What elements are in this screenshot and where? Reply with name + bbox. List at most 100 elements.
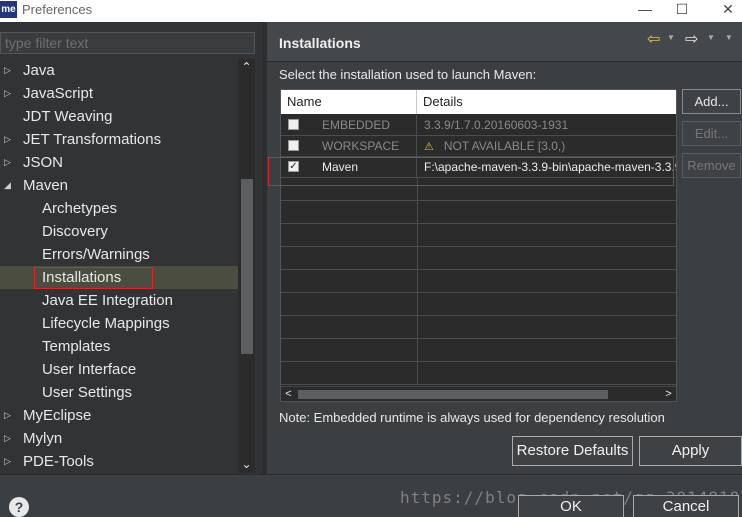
- window-titlebar: me Preferences — ☐ ✕: [0, 0, 742, 22]
- maximize-button[interactable]: ☐: [662, 0, 702, 20]
- empty-table-row: [281, 270, 676, 293]
- details-cell: ⚠ NOT AVAILABLE [3.0,): [418, 136, 676, 156]
- scrollbar-thumb[interactable]: [241, 179, 253, 354]
- collapsed-arrow-icon[interactable]: ▷: [4, 59, 11, 82]
- tree-item-label: Templates: [42, 338, 111, 355]
- tree-item[interactable]: Errors/Warnings: [0, 243, 238, 266]
- tree-item-label: Archetypes: [42, 200, 118, 217]
- tree-item[interactable]: Java EE Integration: [0, 289, 238, 312]
- installation-details: 3.3.9/1.7.0.20160603-1931: [424, 118, 569, 132]
- empty-table-row: [281, 293, 676, 316]
- tree-item[interactable]: ▷ Java: [0, 59, 238, 82]
- restore-defaults-button[interactable]: Restore Defaults: [512, 436, 633, 466]
- table-horizontal-scrollbar[interactable]: < >: [281, 386, 676, 401]
- remove-button[interactable]: Remove: [682, 153, 741, 178]
- tree-item-label: Java: [23, 62, 55, 79]
- forward-dropdown-icon[interactable]: ▼: [707, 33, 715, 42]
- tree-item-label: MyEclipse: [23, 407, 92, 424]
- view-menu-icon[interactable]: ▼: [725, 33, 733, 42]
- scroll-up-icon[interactable]: ⌃: [238, 59, 255, 76]
- empty-table-row: [281, 362, 676, 385]
- selection-highlight: [34, 267, 153, 289]
- tree-item[interactable]: User Settings: [0, 381, 238, 404]
- collapsed-arrow-icon[interactable]: ▷: [4, 404, 11, 427]
- installation-name: EMBEDDED: [322, 118, 391, 132]
- edit-button[interactable]: Edit...: [682, 121, 741, 146]
- scroll-down-icon[interactable]: ⌄: [238, 456, 255, 473]
- preferences-tree: ▷ Java ▷ JavaScript JDT Weaving ▷ JET Transfor…: [0, 59, 238, 473]
- close-button[interactable]: ✕: [708, 0, 742, 20]
- tree-item[interactable]: Templates: [0, 335, 238, 358]
- back-arrow-icon[interactable]: ⇦: [647, 32, 663, 48]
- installation-details: NOT AVAILABLE [3.0,): [443, 139, 566, 153]
- column-separator: [417, 293, 418, 315]
- back-dropdown-icon[interactable]: ▼: [667, 33, 675, 42]
- note-text: Note: Embedded runtime is always used fo…: [279, 410, 665, 425]
- collapsed-arrow-icon[interactable]: ▷: [4, 82, 11, 105]
- tree-item-label: Discovery: [42, 223, 108, 240]
- name-cell: WORKSPACE: [281, 136, 417, 156]
- empty-table-row: [281, 247, 676, 270]
- tree-vertical-scrollbar[interactable]: ⌃ ⌄: [238, 59, 255, 473]
- tree-item-label: PDE-Tools: [23, 453, 94, 470]
- add-button[interactable]: Add...: [682, 89, 741, 114]
- column-separator: [417, 270, 418, 292]
- tree-item[interactable]: Installations: [0, 266, 238, 289]
- tree-item-label: JSON: [23, 154, 64, 171]
- column-separator: [417, 201, 418, 223]
- scroll-right-icon[interactable]: >: [661, 387, 676, 402]
- collapsed-arrow-icon[interactable]: ▷: [4, 151, 11, 174]
- table-header: Name Details: [281, 90, 676, 114]
- filter-input[interactable]: [0, 32, 255, 54]
- ok-button[interactable]: OK: [518, 495, 624, 517]
- help-icon[interactable]: ?: [9, 497, 29, 517]
- tree-item[interactable]: Discovery: [0, 220, 238, 243]
- tree-item[interactable]: JDT Weaving: [0, 105, 238, 128]
- window-title: Preferences: [22, 2, 93, 17]
- scroll-left-icon[interactable]: <: [281, 387, 296, 402]
- apply-button[interactable]: Apply: [639, 436, 742, 466]
- empty-table-row: [281, 316, 676, 339]
- tree-item-label: Errors/Warnings: [42, 246, 150, 263]
- column-separator: [417, 224, 418, 246]
- minimize-button[interactable]: —: [625, 0, 665, 20]
- tree-item[interactable]: ▷ JET Transformations: [0, 128, 238, 151]
- table-row[interactable]: EMBEDDED 3.3.9/1.7.0.20160603-1931: [281, 115, 676, 136]
- tree-item-label: JDT Weaving: [23, 108, 113, 125]
- tree-item-label: Lifecycle Mappings: [42, 315, 170, 332]
- table-row[interactable]: WORKSPACE ⚠ NOT AVAILABLE [3.0,): [281, 136, 676, 157]
- preferences-navigation-panel: ▷ Java ▷ JavaScript JDT Weaving ▷ JET Transfor…: [0, 22, 262, 474]
- tree-item[interactable]: Lifecycle Mappings: [0, 312, 238, 335]
- tree-item[interactable]: ▷ PDE-Tools: [0, 450, 238, 473]
- details-cell: 3.3.9/1.7.0.20160603-1931: [418, 115, 676, 135]
- collapsed-arrow-icon[interactable]: ▷: [4, 128, 11, 151]
- tree-item[interactable]: ▷ JavaScript: [0, 82, 238, 105]
- tree-item[interactable]: ▷ Mylyn: [0, 427, 238, 450]
- tree-item[interactable]: User Interface: [0, 358, 238, 381]
- instruction-text: Select the installation used to launch M…: [279, 67, 537, 82]
- tree-item[interactable]: ▷ JSON: [0, 151, 238, 174]
- name-cell: EMBEDDED: [281, 115, 417, 135]
- installation-checkbox[interactable]: [288, 119, 299, 130]
- tree-item-label: JavaScript: [23, 85, 94, 102]
- page-title: Installations: [279, 35, 361, 51]
- selected-row-highlight: [268, 157, 674, 186]
- tree-item-label: User Settings: [42, 384, 133, 401]
- column-separator: [417, 339, 418, 361]
- scrollbar-thumb[interactable]: [298, 390, 608, 399]
- empty-table-row: [281, 339, 676, 362]
- cancel-button[interactable]: Cancel: [633, 495, 739, 517]
- column-header-name[interactable]: Name: [281, 90, 417, 114]
- empty-table-row: [281, 201, 676, 224]
- expanded-arrow-icon[interactable]: ◢: [4, 174, 11, 197]
- tree-item[interactable]: Archetypes: [0, 197, 238, 220]
- tree-item[interactable]: ▷ MyEclipse: [0, 404, 238, 427]
- collapsed-arrow-icon[interactable]: ▷: [4, 450, 11, 473]
- tree-item[interactable]: ◢ Maven: [0, 174, 238, 197]
- installation-checkbox[interactable]: [288, 140, 299, 151]
- collapsed-arrow-icon[interactable]: ▷: [4, 427, 11, 450]
- column-header-details[interactable]: Details: [417, 90, 676, 114]
- tree-item-label: Maven: [23, 177, 69, 194]
- page-header: Installations ⇦ ▼ ⇨ ▼ ▼: [267, 22, 742, 62]
- forward-arrow-icon[interactable]: ⇨: [685, 32, 701, 48]
